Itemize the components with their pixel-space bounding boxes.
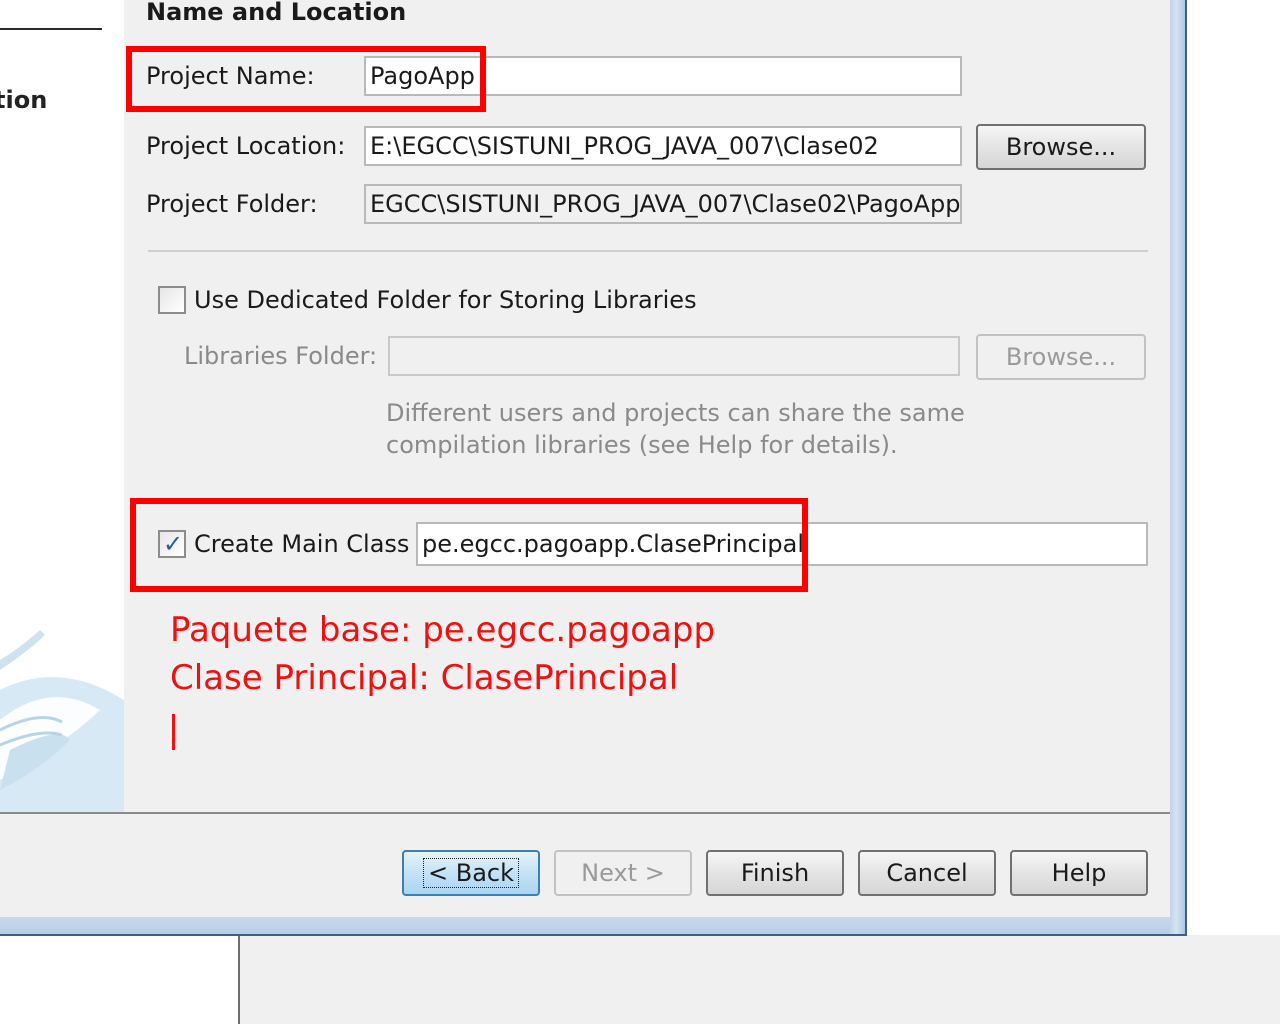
finish-label: Finish <box>740 859 810 887</box>
step-item-current: tion <box>0 86 48 114</box>
dialog-right-border <box>1170 0 1186 935</box>
finish-button[interactable]: Finish <box>706 850 844 896</box>
content-panel: Name and Location Project Name: PagoApp … <box>124 0 1170 812</box>
back-label: < Back <box>422 858 520 888</box>
steps-panel: tion <box>0 0 124 812</box>
dedicated-folder-checkbox[interactable] <box>158 286 186 314</box>
next-button[interactable]: Next > <box>554 850 692 896</box>
libraries-browse-button[interactable]: Browse... <box>976 334 1146 380</box>
background-area <box>240 935 1280 1024</box>
back-button[interactable]: < Back <box>402 850 540 896</box>
dialog-outer-edge <box>1185 0 1187 936</box>
libraries-hint-line2: compilation libraries (see Help for deta… <box>386 431 898 459</box>
location-browse-label: Browse... <box>1005 133 1117 161</box>
annotation-line1: Paquete base: pe.egcc.pagoapp <box>170 610 716 650</box>
libraries-folder-label: Libraries Folder: <box>184 342 378 370</box>
steps-divider <box>0 28 102 30</box>
libraries-hint-line1: Different users and projects can share t… <box>386 399 965 427</box>
help-label: Help <box>1051 859 1107 887</box>
cancel-button[interactable]: Cancel <box>858 850 996 896</box>
background-divider <box>238 935 240 1024</box>
help-button[interactable]: Help <box>1010 850 1148 896</box>
location-browse-button[interactable]: Browse... <box>976 124 1146 170</box>
section-title: Name and Location <box>146 0 407 26</box>
dialog-outer-edge-bottom <box>0 934 1187 936</box>
annotation-box-main-class <box>130 498 808 592</box>
button-bar: < Back Next > Finish Cancel Help <box>0 814 1170 917</box>
libraries-folder-input[interactable] <box>388 336 960 376</box>
netbeans-logo-swoosh-icon <box>0 630 124 812</box>
section-separator <box>148 250 1148 252</box>
project-location-label: Project Location: <box>146 132 346 160</box>
cancel-label: Cancel <box>886 859 968 887</box>
next-label: Next > <box>581 859 665 887</box>
new-project-dialog: tion Name and Location Project Name: Pag… <box>0 0 1187 936</box>
annotation-box-project-name <box>126 46 486 112</box>
dialog-bottom-border <box>0 917 1186 935</box>
project-folder-label: Project Folder: <box>146 190 318 218</box>
project-location-input[interactable]: E:\EGCC\SISTUNI_PROG_JAVA_007\Clase02 <box>364 126 962 166</box>
annotation-line2: Clase Principal: ClasePrincipal <box>170 658 679 698</box>
dedicated-folder-label: Use Dedicated Folder for Storing Librari… <box>194 286 697 314</box>
project-folder-field: EGCC\SISTUNI_PROG_JAVA_007\Clase02\PagoA… <box>364 184 962 224</box>
text-caret <box>172 714 175 750</box>
libraries-browse-label: Browse... <box>1005 343 1117 371</box>
